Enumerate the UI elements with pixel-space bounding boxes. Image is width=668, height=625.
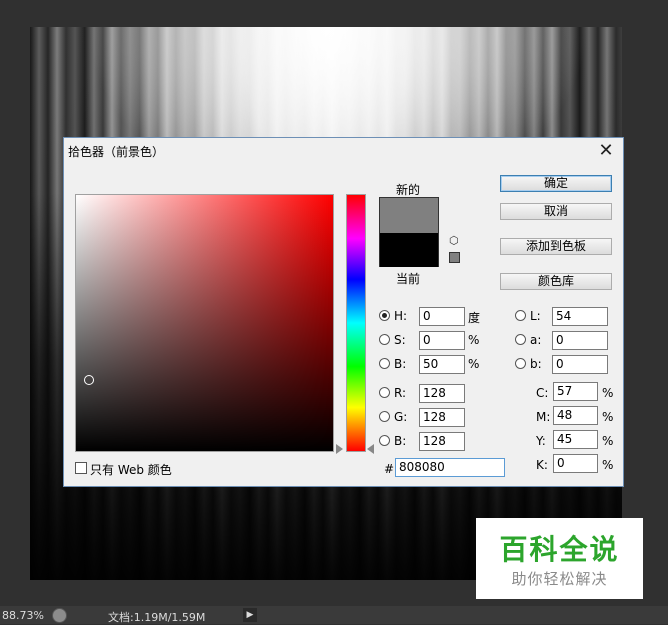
watermark-subtitle: 助你轻松解决 [511,570,608,588]
radio-lightness[interactable] [515,310,526,321]
b-channel-input[interactable]: 0 [552,355,608,374]
document-size: 文档:1.19M/1.59M [108,611,206,624]
hue-slider[interactable] [346,194,366,452]
b-channel-label: b: [530,357,542,371]
black-label: K: [536,458,548,472]
hex-label: # [384,462,395,476]
watermark-title: 百科全说 [499,533,620,566]
status-bar: 88.73% 文档:1.19M/1.59M ▶ [0,606,668,624]
current-color-swatch[interactable] [380,233,438,267]
radio-a-channel[interactable] [515,334,526,345]
red-label: R: [394,386,407,400]
black-input[interactable]: 0 [553,454,598,473]
a-channel-input[interactable]: 0 [552,331,608,350]
radio-hue[interactable] [379,310,390,321]
new-color-swatch [380,198,438,233]
magenta-input[interactable]: 48 [553,406,598,425]
radio-blue[interactable] [379,435,390,446]
color-libraries-button[interactable]: 颜色库 [500,273,612,290]
websafe-icon[interactable] [449,252,460,263]
ok-button[interactable]: 确定 [500,175,612,192]
cyan-unit: % [602,386,614,400]
hue-input[interactable]: 0 [419,307,465,326]
hue-label: H: [394,309,408,323]
cyan-input[interactable]: 57 [553,382,598,401]
watermark: 百科全说 助你轻松解决 [476,518,643,599]
cyan-label: C: [536,386,549,400]
radio-red[interactable] [379,387,390,398]
new-color-label: 新的 [396,183,421,197]
a-channel-label: a: [530,333,542,347]
hue-slider-handle-left[interactable] [336,444,343,454]
color-field[interactable] [75,194,334,452]
yellow-unit: % [602,434,614,448]
hue-slider-handle-right[interactable] [367,444,374,454]
yellow-input[interactable]: 45 [553,430,598,449]
zoom-level[interactable]: 88.73% [2,609,44,622]
blue-label: B: [394,434,407,448]
status-menu-arrow-icon[interactable]: ▶ [243,608,257,622]
radio-b-channel[interactable] [515,358,526,369]
web-colors-only-checkbox[interactable] [75,462,87,474]
saturation-input[interactable]: 0 [419,331,465,350]
magenta-label: M: [536,410,551,424]
radio-green[interactable] [379,411,390,422]
hex-input[interactable]: 808080 [395,458,505,477]
saturation-label: S: [394,333,406,347]
current-color-label: 当前 [396,272,421,286]
color-field-marker[interactable] [84,375,94,385]
brightness-input[interactable]: 50 [419,355,465,374]
add-to-swatches-button[interactable]: 添加到色板 [500,238,612,255]
brightness-unit: % [468,357,480,371]
lightness-label: L: [530,309,541,323]
dialog-title: 拾色器（前景色） [68,145,165,159]
saturation-unit: % [468,333,480,347]
cube-icon[interactable]: ⬡ [449,235,460,246]
lightness-input[interactable]: 54 [552,307,608,326]
web-colors-only-label: 只有 Web 颜色 [90,463,172,477]
red-input[interactable]: 128 [419,384,465,403]
green-input[interactable]: 128 [419,408,465,427]
brightness-label: B: [394,357,407,371]
magenta-unit: % [602,410,614,424]
yellow-label: Y: [536,434,546,448]
close-button[interactable]: ✕ [595,140,617,162]
share-icon[interactable] [52,608,67,623]
radio-saturation[interactable] [379,334,390,345]
color-preview [379,197,439,267]
cancel-button[interactable]: 取消 [500,203,612,220]
blue-input[interactable]: 128 [419,432,465,451]
black-unit: % [602,458,614,472]
green-label: G: [394,410,408,424]
radio-brightness[interactable] [379,358,390,369]
hue-unit: 度 [468,311,481,325]
color-picker-dialog: 拾色器（前景色） ✕ 新的 当前 ⬡ 确定 取消 添加到色板 颜色库 H: 0 … [63,137,624,487]
